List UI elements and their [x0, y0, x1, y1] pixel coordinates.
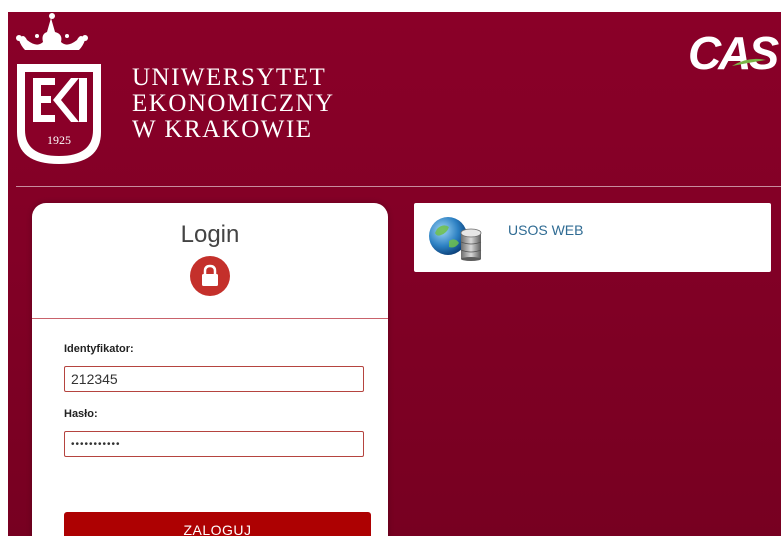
university-name-line-1: UNIWERSYTET	[132, 64, 327, 91]
cas-logo: CAS	[688, 27, 779, 79]
login-button[interactable]: ZALOGUJ	[64, 512, 371, 536]
login-title: Login	[180, 221, 240, 248]
page: 1925 UNIWERSYTET EKONOMICZNY W KRAKOWIE …	[0, 0, 781, 536]
services-panel: USOS WEB	[414, 203, 771, 272]
lock-icon	[190, 256, 230, 296]
university-name-line-2: EKONOMICZNY	[132, 90, 335, 117]
university-name: UNIWERSYTET EKONOMICZNY W KRAKOWIE	[132, 65, 335, 143]
usos-web-link[interactable]: USOS WEB	[508, 222, 583, 238]
password-label: Hasło:	[64, 408, 98, 420]
header-divider	[16, 186, 781, 187]
university-logo-emblem: 1925	[16, 13, 101, 164]
password-input[interactable]	[64, 431, 364, 457]
university-name-line-3: W KRAKOWIE	[132, 116, 313, 143]
panel-divider	[32, 318, 388, 319]
header-background: 1925 UNIWERSYTET EKONOMICZNY W KRAKOWIE …	[8, 12, 781, 536]
login-panel: Login Identyfikator: Hasło: ZALOGUJ	[32, 203, 388, 536]
founded-year: 1925	[47, 133, 71, 147]
username-input[interactable]	[64, 366, 364, 392]
cas-leaf-icon	[732, 58, 766, 66]
globe-database-icon	[429, 217, 482, 261]
username-label: Identyfikator:	[64, 343, 134, 355]
